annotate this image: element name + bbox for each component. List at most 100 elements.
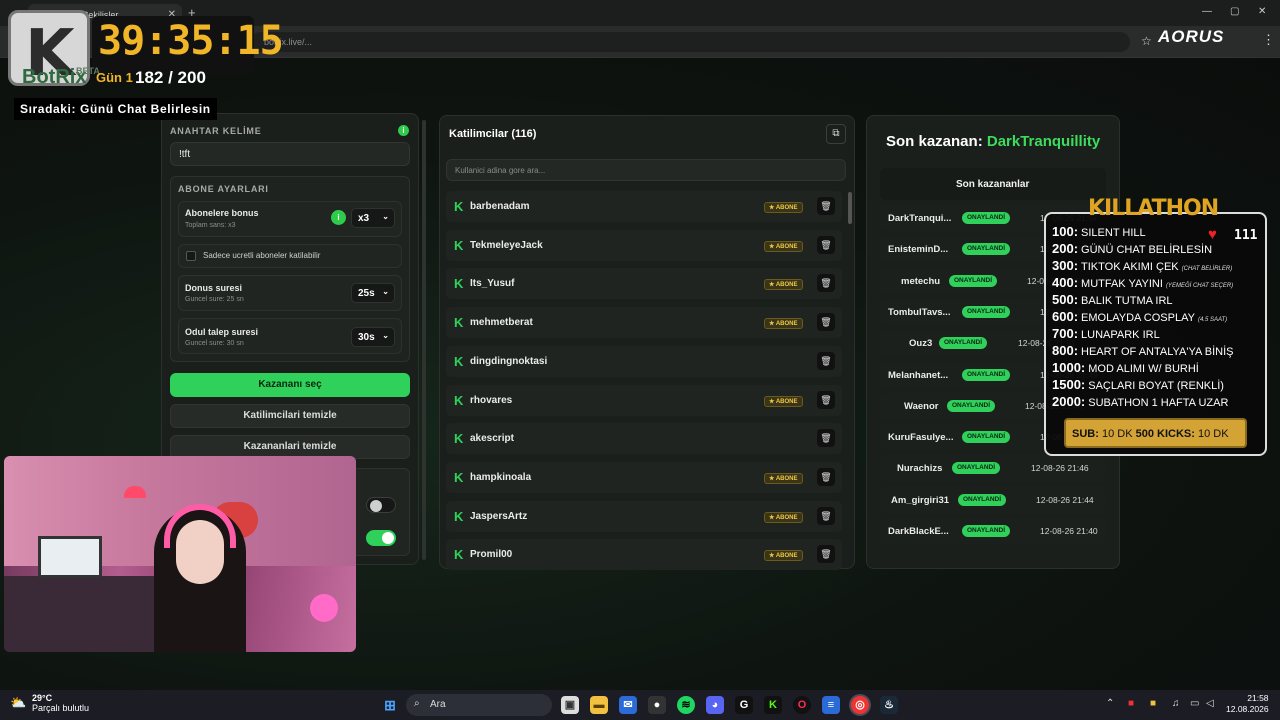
close-window-icon[interactable]: ✕ <box>1258 6 1266 17</box>
logitech-icon[interactable]: G <box>735 696 753 714</box>
winner-date: 12-08-26 21:46 <box>1031 463 1089 474</box>
toggle-1[interactable] <box>366 497 396 513</box>
pick-winner-button[interactable]: Kazananı seç <box>170 373 410 397</box>
minimize-icon[interactable]: — <box>1202 6 1212 17</box>
participant-row[interactable]: K Its_Yusuf ★ ABONE 🗑 <box>446 268 842 300</box>
taskbar-search[interactable]: ⌕ Ara <box>406 694 552 716</box>
mail-icon[interactable]: ✉ <box>619 696 637 714</box>
last-winner-name: DarkTranquillity <box>986 133 1101 150</box>
webcam-feed <box>4 456 356 652</box>
participant-search-input[interactable]: Kullanici adina gore ara... <box>446 159 846 181</box>
approved-badge: ONAYLANDİ <box>949 274 998 287</box>
paid-only-checkbox[interactable] <box>186 251 196 261</box>
tray-chevron-icon[interactable]: ⌃ <box>1106 698 1114 709</box>
kick-app-icon[interactable]: K <box>764 696 782 714</box>
winner-name: EnisteminD... <box>888 244 949 256</box>
heart-count: 111 <box>1234 228 1258 243</box>
trash-icon[interactable]: 🗑 <box>817 351 835 370</box>
killathon-item: 100: SILENT HILL <box>1052 224 1146 239</box>
approved-badge: ONAYLANDİ <box>962 305 1011 318</box>
toggle-2[interactable] <box>366 530 396 546</box>
trash-icon[interactable]: 🗑 <box>817 235 835 254</box>
participant-name: Promil00 <box>470 549 513 561</box>
participant-row[interactable]: Kakescript 🗑 <box>446 423 842 455</box>
trash-icon[interactable]: 🗑 <box>817 429 835 448</box>
kick-icon: K <box>454 276 464 292</box>
approved-badge: ONAYLANDİ <box>947 399 996 412</box>
bookmark-star-icon[interactable]: ☆ <box>1141 34 1152 48</box>
participant-row[interactable]: K Promil00 ★ ABONE 🗑 <box>446 539 842 571</box>
claim-time-subtitle: Guncel sure: 30 sn <box>185 340 244 347</box>
killathon-item: 200: GÜNÜ CHAT BELİRLESİN <box>1052 241 1213 256</box>
steam-icon[interactable]: ♨ <box>880 696 898 714</box>
task-view-icon[interactable]: ▣ <box>561 696 579 714</box>
approved-badge: ONAYLANDİ <box>962 212 1011 224</box>
menu-icon[interactable]: ⋮ <box>1262 32 1275 48</box>
windows-start-icon[interactable]: ⊞ <box>381 696 399 714</box>
participant-row[interactable]: Kdingdingnoktasi 🗑 <box>446 345 842 377</box>
approved-badge: ONAYLANDİ <box>962 431 1011 444</box>
trash-icon[interactable]: 🗑 <box>817 313 835 332</box>
trash-icon[interactable]: 🗑 <box>817 274 835 293</box>
participant-row[interactable]: Khampkinoala ★ ABONE 🗑 <box>446 461 842 493</box>
file-explorer-icon[interactable]: ▬ <box>590 696 608 714</box>
killathon-item: 1000: MOD ALIMI W/ BURHİ <box>1052 360 1199 375</box>
url-input[interactable]: botrix.live/... <box>250 32 1130 52</box>
weather-widget[interactable]: ⛅ 29°C Parçalı bulutlu <box>10 693 89 713</box>
tray-folder-icon[interactable]: ■ <box>1150 698 1156 709</box>
discord-icon[interactable]: ◕ <box>706 696 724 714</box>
participant-row[interactable]: K JaspersArtz ★ ABONE 🗑 <box>446 500 842 532</box>
app-icon[interactable]: ● <box>648 696 666 714</box>
winner-row: DarkBlackE... ONAYLANDİ 12-08-26 21:40 <box>880 518 1106 544</box>
participant-row[interactable]: Krhovares ★ ABONE 🗑 <box>446 384 842 416</box>
winner-name: KuruFasulye... <box>888 432 954 444</box>
notes-icon[interactable]: ≡ <box>822 696 840 714</box>
participant-row[interactable]: K TekmeleyeJack ★ ABONE 🗑 <box>446 229 842 261</box>
keyword-input[interactable]: !tft <box>170 142 410 166</box>
trash-icon[interactable]: 🗑 <box>817 467 835 486</box>
winner-name: Nurachizs <box>897 463 943 475</box>
network-icon[interactable]: ▭ <box>1190 698 1199 709</box>
spotify-icon[interactable]: ≋ <box>677 696 695 714</box>
copy-icon[interactable]: ⧉ <box>826 124 846 144</box>
tray-app-icon[interactable]: ■ <box>1128 698 1134 709</box>
weather-icon: ⛅ <box>10 695 27 710</box>
winner-name: Ouz3 <box>909 338 933 350</box>
trash-icon[interactable]: 🗑 <box>817 506 835 525</box>
abone-badge: ★ ABONE <box>764 202 803 213</box>
clear-participants-button[interactable]: Katilimcilari temizle <box>170 404 410 428</box>
trash-icon[interactable]: 🗑 <box>817 390 835 409</box>
maximize-icon[interactable]: ▢ <box>1230 6 1239 17</box>
taskbar-clock[interactable]: 21:58 12.08.2026 <box>1226 693 1269 715</box>
participant-name: TekmeleyeJack <box>470 239 543 251</box>
sub-bonus-select[interactable]: x3 ⌄ <box>351 208 395 228</box>
participant-name: mehmetberat <box>470 317 533 329</box>
kick-icon: K <box>454 315 464 331</box>
participant-name: Its_Yusuf <box>470 278 515 290</box>
chrome-icon[interactable]: ◎ <box>851 696 869 714</box>
trash-icon[interactable]: 🗑 <box>817 545 835 564</box>
return-time-title: Donus suresi <box>185 283 243 293</box>
bonus-info-icon[interactable]: i <box>331 210 346 225</box>
keyword-label: ANAHTAR KELİME <box>170 126 262 136</box>
info-icon[interactable]: i <box>398 125 409 136</box>
paid-only-label: Sadece ucretli aboneler katilabilir <box>203 251 321 260</box>
sub-bonus-title: Abonelere bonus <box>185 208 259 218</box>
approved-badge: ONAYLANDİ <box>939 337 988 350</box>
opera-icon[interactable]: O <box>793 696 811 714</box>
claim-time-select[interactable]: 30s ⌄ <box>351 327 395 347</box>
return-time-select[interactable]: 25s ⌄ <box>351 283 395 303</box>
participant-row[interactable]: Kmehmetberat ★ ABONE 🗑 <box>446 307 842 339</box>
trash-icon[interactable]: 🗑 <box>817 197 835 215</box>
volume-icon[interactable]: ◁ <box>1206 698 1214 709</box>
microphone-icon[interactable]: ♫ <box>1172 698 1180 709</box>
left-scrollbar[interactable] <box>422 120 426 560</box>
winner-name: DarkTranqui... <box>888 213 952 224</box>
kick-icon: K <box>454 353 464 369</box>
abone-badge: ★ ABONE <box>764 279 803 291</box>
winner-name: TombulTavs... <box>888 306 951 318</box>
abone-badge: ★ ABONE <box>764 511 803 523</box>
aorus-logo: AORUS <box>1158 27 1225 46</box>
participants-scrollbar[interactable] <box>848 192 852 224</box>
participant-row[interactable]: Kbarbenadam ★ ABONE 🗑 <box>446 191 842 222</box>
